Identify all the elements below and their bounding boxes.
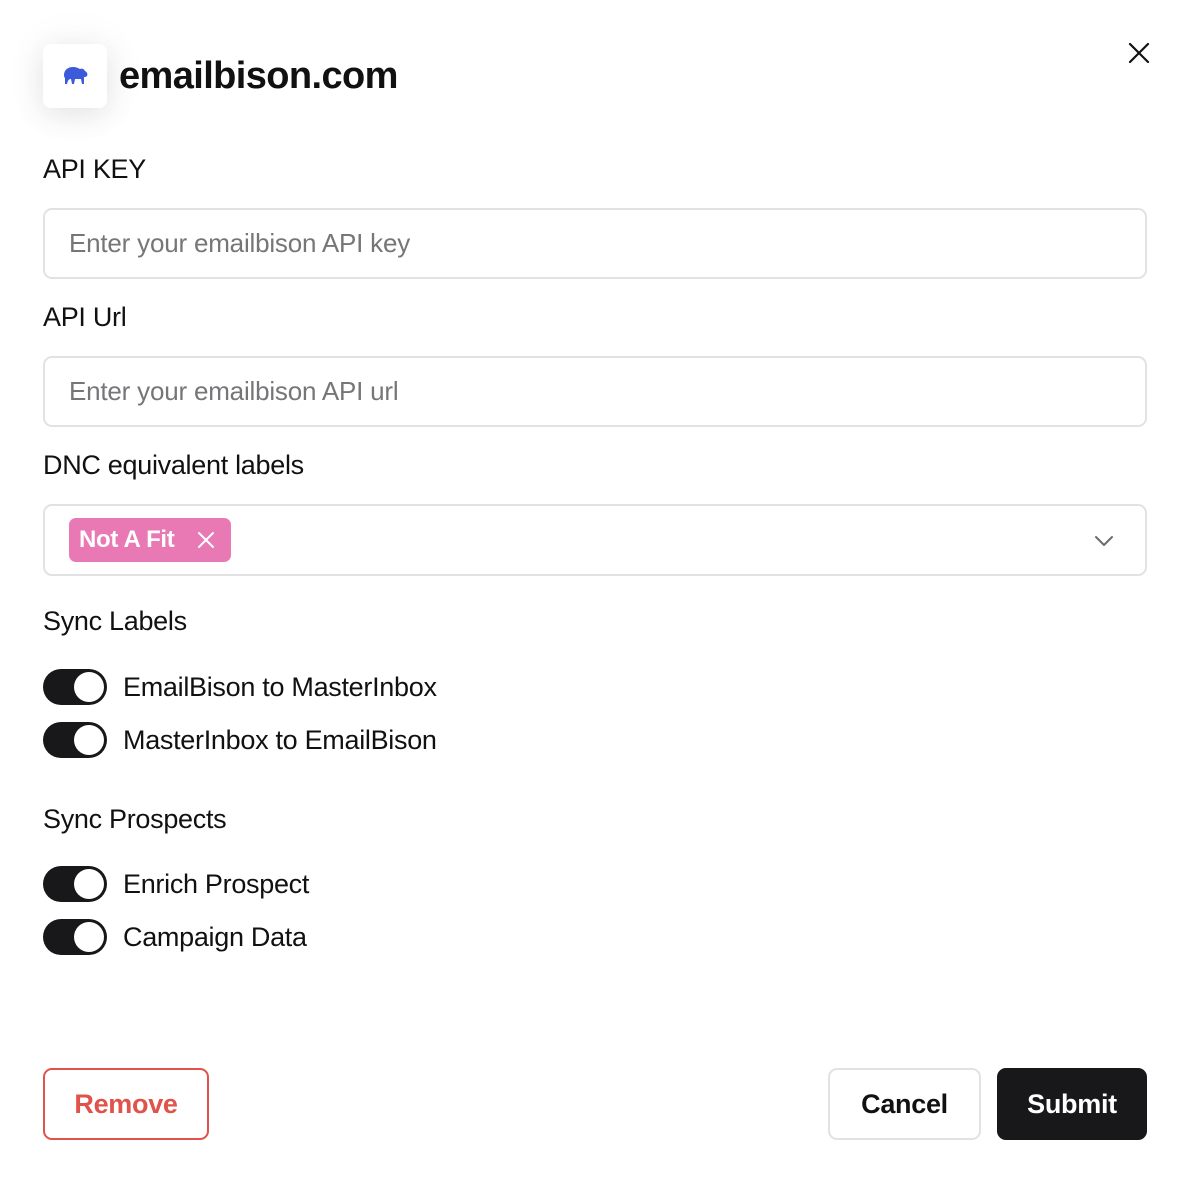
- modal-title: emailbison.com: [119, 54, 398, 97]
- sync-prospects-title: Sync Prospects: [43, 804, 227, 834]
- toggle-row-enrich-prospect: Enrich Prospect: [43, 865, 309, 903]
- logo: [43, 44, 107, 108]
- tag-remove-button[interactable]: [195, 529, 217, 551]
- selected-tag: Not A Fit: [69, 518, 231, 562]
- sync-labels-title: Sync Labels: [43, 606, 187, 636]
- integration-modal: emailbison.com API KEY API Url DNC equiv…: [0, 0, 1192, 1184]
- close-button[interactable]: [1124, 38, 1154, 68]
- toggle-label: MasterInbox to EmailBison: [123, 724, 437, 755]
- toggle-campaign-data[interactable]: [43, 919, 107, 955]
- toggle-row-campaign-data: Campaign Data: [43, 918, 307, 956]
- api-url-input[interactable]: [43, 356, 1147, 427]
- chevron-down-icon[interactable]: [1093, 530, 1115, 552]
- api-url-label: API Url: [43, 302, 127, 332]
- tag-label: Not A Fit: [79, 526, 175, 553]
- close-icon: [197, 532, 214, 548]
- toggle-label: Enrich Prospect: [123, 868, 310, 899]
- cancel-button[interactable]: Cancel: [828, 1068, 981, 1140]
- submit-button[interactable]: Submit: [997, 1068, 1147, 1140]
- api-key-input[interactable]: [43, 208, 1147, 279]
- toggle-row-emailbison-to-masterinbox: EmailBison to MasterInbox: [43, 668, 437, 706]
- bison-icon: [64, 67, 88, 84]
- close-icon: [1128, 42, 1150, 64]
- toggle-masterinbox-to-emailbison[interactable]: [43, 722, 107, 758]
- toggle-emailbison-to-masterinbox[interactable]: [43, 669, 107, 705]
- toggle-label: Campaign Data: [123, 921, 307, 952]
- remove-button[interactable]: Remove: [43, 1068, 209, 1140]
- toggle-row-masterinbox-to-emailbison: MasterInbox to EmailBison: [43, 721, 437, 759]
- dnc-labels-label: DNC equivalent labels: [43, 450, 304, 480]
- modal-header: emailbison.com: [43, 44, 398, 108]
- toggle-enrich-prospect[interactable]: [43, 866, 107, 902]
- api-key-label: API KEY: [43, 154, 146, 184]
- toggle-label: EmailBison to MasterInbox: [123, 671, 437, 702]
- dnc-labels-select[interactable]: Not A Fit: [43, 504, 1147, 576]
